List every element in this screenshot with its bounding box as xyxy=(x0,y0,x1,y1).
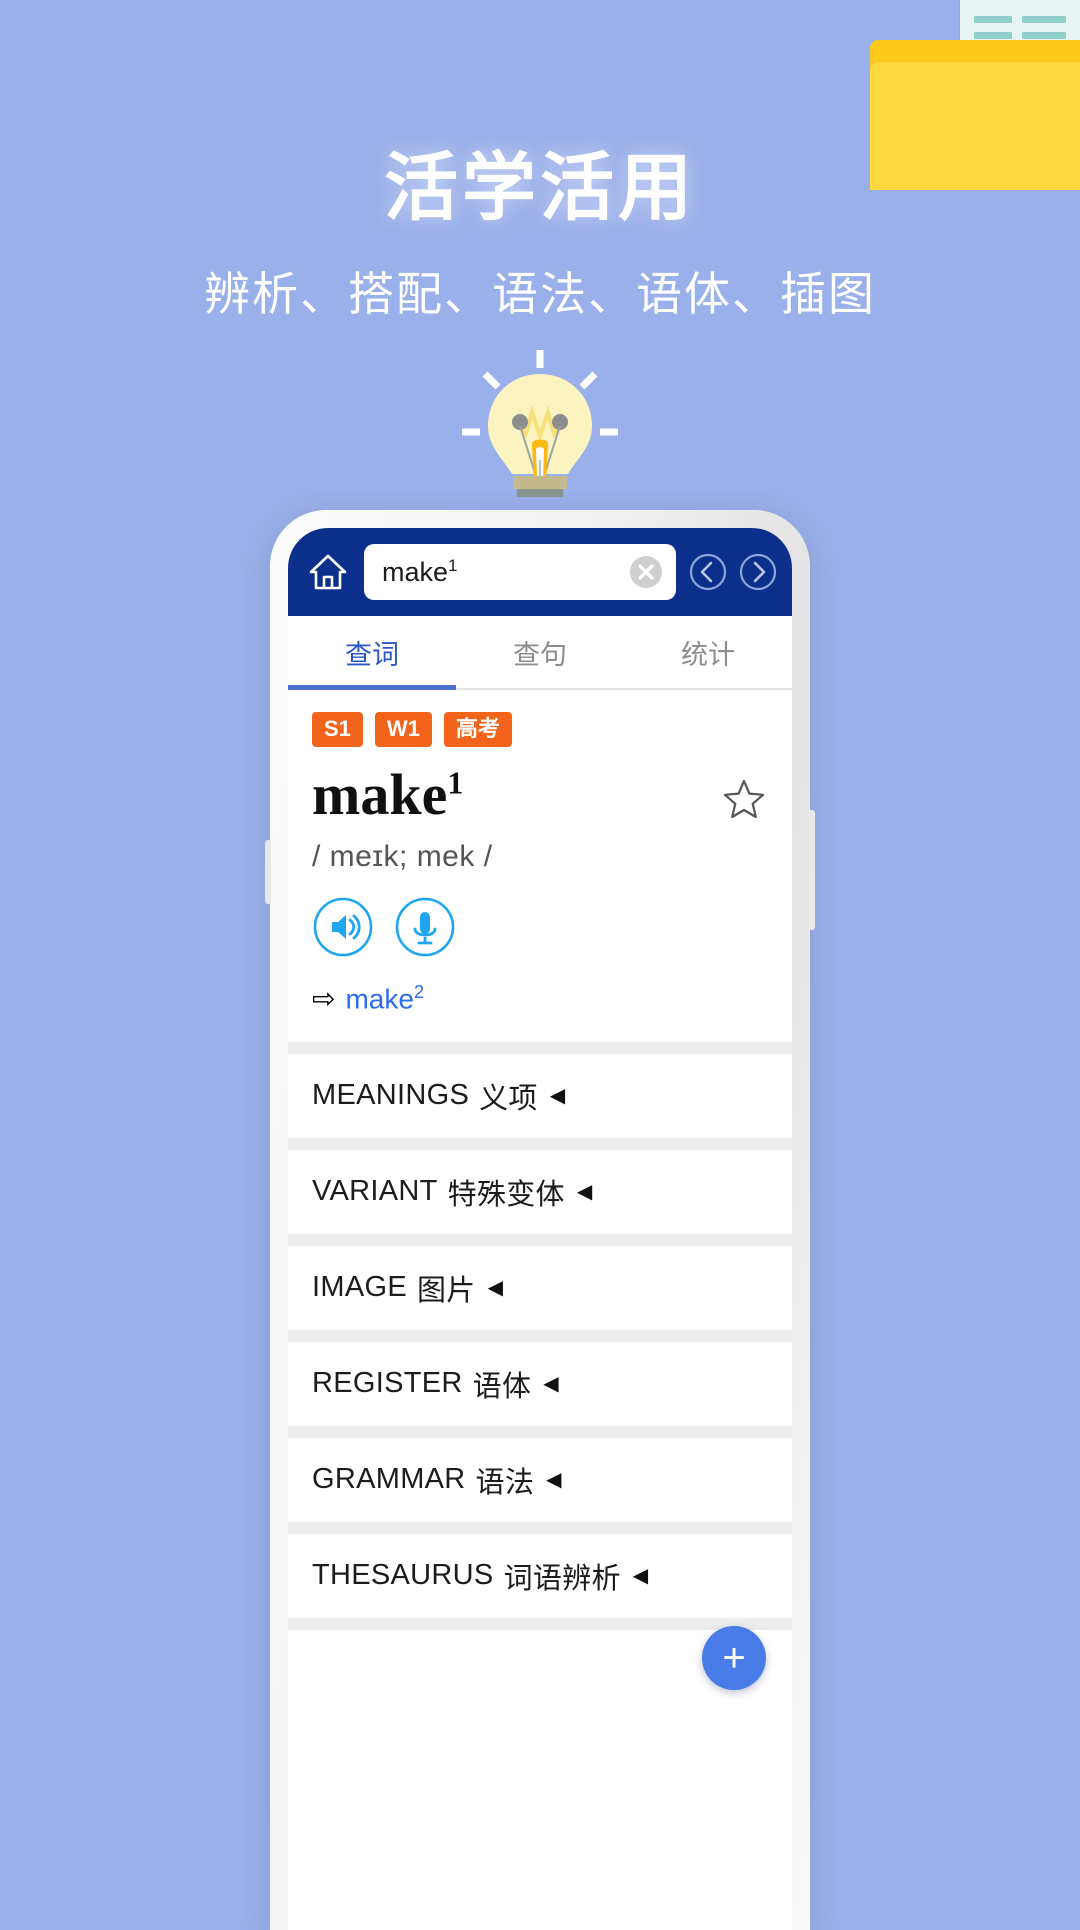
section-row-register[interactable]: REGISTER 语体 ◀ xyxy=(288,1342,792,1426)
phonetic-transcription: / meɪk; mek / xyxy=(312,840,493,874)
headword-text: make xyxy=(312,762,448,828)
section-divider xyxy=(288,1233,792,1246)
section-label-cn: 义项 xyxy=(479,1082,538,1115)
section-divider xyxy=(288,1521,792,1534)
section-divider xyxy=(288,1329,792,1342)
section-label-cn: 词语辨析 xyxy=(503,1562,621,1595)
phone-mockup: make1 查词 查句 统计 S1 W1 高考 make1 / meɪk; me… xyxy=(265,510,815,1930)
home-button[interactable] xyxy=(302,546,354,598)
search-input-value: make1 xyxy=(382,556,626,588)
add-button[interactable]: + xyxy=(702,1626,766,1690)
speaker-button[interactable] xyxy=(312,896,374,958)
section-label-en: VARIANT xyxy=(312,1175,438,1208)
section-label-cn: 特殊变体 xyxy=(447,1178,565,1211)
badge-list: S1 W1 高考 xyxy=(312,712,768,748)
collapse-arrow-icon[interactable]: ◀ xyxy=(550,1083,566,1108)
headword: make1 xyxy=(312,762,464,828)
collapse-arrow-icon[interactable]: ◀ xyxy=(546,1467,562,1492)
badge-s1: S1 xyxy=(312,712,363,748)
page-subtitle: 辨析、搭配、语法、语体、插图 xyxy=(204,268,876,320)
cross-reference-link[interactable]: make2 xyxy=(345,982,423,1015)
app-screen: make1 查词 查句 统计 S1 W1 高考 make1 / meɪk; me… xyxy=(288,528,792,1930)
section-label-en: GRAMMAR xyxy=(312,1463,466,1496)
cross-reference[interactable]: ⇨ make2 xyxy=(312,982,768,1015)
lightbulb-illustration xyxy=(440,348,640,523)
app-header: make1 xyxy=(288,528,792,616)
cross-reference-superscript: 2 xyxy=(413,982,424,1003)
back-button[interactable] xyxy=(686,550,730,594)
section-row-thesaurus[interactable]: THESAURUS 词语辨析 ◀ xyxy=(288,1534,792,1618)
tab-search-sentence[interactable]: 查句 xyxy=(456,616,624,688)
collapse-arrow-icon[interactable]: ◀ xyxy=(488,1275,504,1300)
section-variant: VARIANT 特殊变体 ◀ xyxy=(288,1137,792,1234)
tab-bar: 查词 查句 统计 xyxy=(288,616,792,690)
section-thesaurus: THESAURUS 词语辨析 ◀ xyxy=(288,1521,792,1618)
section-label-cn: 图片 xyxy=(416,1274,476,1307)
search-superscript: 1 xyxy=(448,556,458,575)
audio-controls xyxy=(312,896,768,958)
section-label-en: IMAGE xyxy=(312,1271,407,1304)
section-divider xyxy=(288,1137,792,1150)
section-row-meanings[interactable]: MEANINGS 义项 ◀ xyxy=(288,1054,792,1138)
badge-w1: W1 xyxy=(374,712,432,748)
collapse-arrow-icon[interactable]: ◀ xyxy=(543,1371,559,1396)
tab-statistics[interactable]: 统计 xyxy=(624,616,792,688)
cross-reference-text: make xyxy=(345,983,414,1015)
headword-row: make1 xyxy=(312,762,768,828)
section-row-image[interactable]: IMAGE 图片 ◀ xyxy=(288,1246,792,1330)
forward-button[interactable] xyxy=(736,550,780,594)
section-label-cn: 语体 xyxy=(472,1370,532,1403)
badge-gaokao: 高考 xyxy=(443,712,512,748)
section-row-variant[interactable]: VARIANT 特殊变体 ◀ xyxy=(288,1150,792,1234)
section-image: IMAGE 图片 ◀ xyxy=(288,1233,792,1330)
section-label-en: THESAURUS xyxy=(312,1559,494,1592)
section-divider xyxy=(288,1041,792,1054)
section-meanings: MEANINGS 义项 ◀ xyxy=(288,1041,792,1138)
star-outline-icon[interactable] xyxy=(720,775,768,823)
section-divider xyxy=(288,1425,792,1438)
section-label-en: MEANINGS xyxy=(312,1079,470,1112)
collapse-arrow-icon[interactable]: ◀ xyxy=(577,1179,593,1204)
page-title: 活学活用 xyxy=(384,146,696,229)
search-input[interactable]: make1 xyxy=(364,544,676,600)
close-circle-icon[interactable] xyxy=(626,552,666,592)
nav-buttons xyxy=(686,550,780,594)
section-label-en: REGISTER xyxy=(312,1367,463,1400)
section-row-grammar[interactable]: GRAMMAR 语法 ◀ xyxy=(288,1438,792,1522)
search-text: make xyxy=(382,557,449,587)
section-label-cn: 语法 xyxy=(475,1466,535,1499)
section-register: REGISTER 语体 ◀ xyxy=(288,1329,792,1426)
arrow-right-icon: ⇨ xyxy=(312,983,336,1015)
section-list: MEANINGS 义项 ◀ VARIANT 特殊变体 ◀ IMAGE 图片 ◀ … xyxy=(288,1041,792,1630)
tab-search-word[interactable]: 查词 xyxy=(288,616,456,690)
microphone-button[interactable] xyxy=(394,896,456,958)
section-divider xyxy=(288,1617,792,1630)
headword-superscript: 1 xyxy=(447,764,464,801)
section-grammar: GRAMMAR 语法 ◀ xyxy=(288,1425,792,1522)
dictionary-entry: S1 W1 高考 make1 / meɪk; mek / ⇨ make2 xyxy=(288,690,792,1016)
collapse-arrow-icon[interactable]: ◀ xyxy=(633,1563,649,1588)
